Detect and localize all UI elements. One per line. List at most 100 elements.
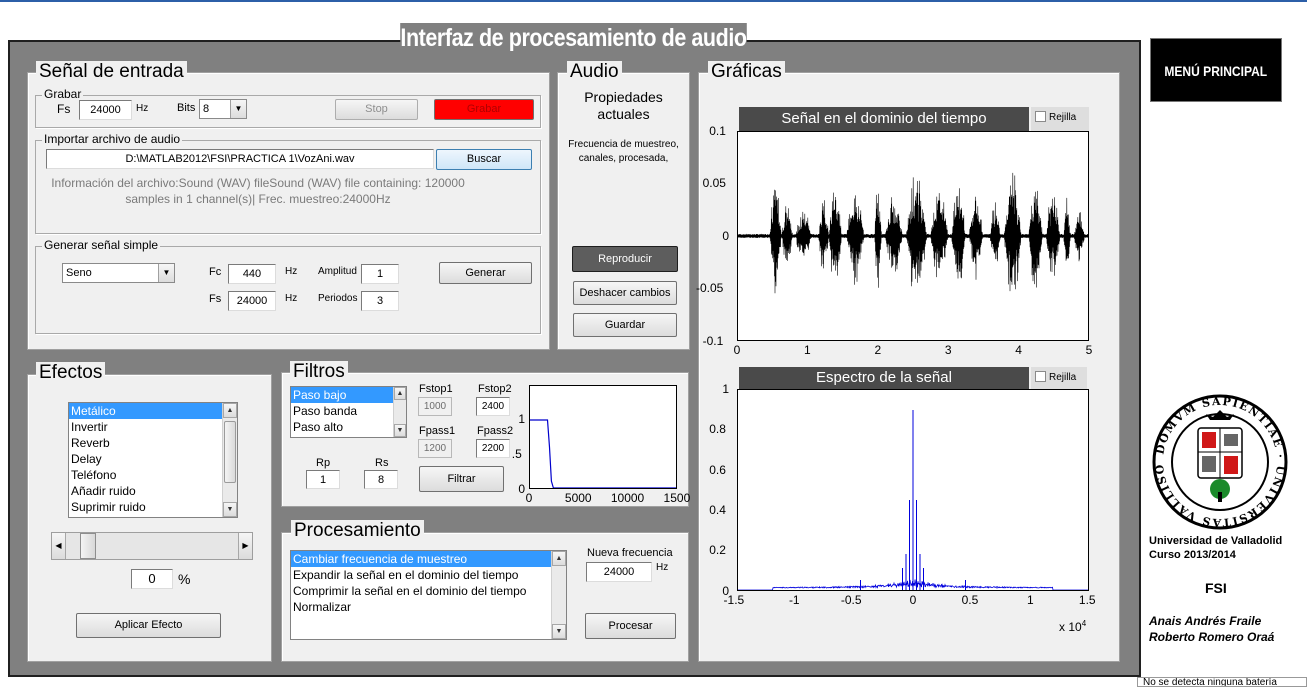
play-button[interactable]: Reproducir: [572, 246, 678, 272]
filter-type-list[interactable]: Paso bajo Paso banda Paso alto ▲ ▼: [290, 386, 407, 438]
processing-list-item[interactable]: Normalizar: [291, 599, 566, 615]
browse-button[interactable]: Buscar: [436, 149, 532, 170]
record-fs-input[interactable]: 24000: [79, 100, 132, 120]
save-button[interactable]: Guardar: [573, 313, 677, 337]
x-tick-label: 1500: [663, 491, 691, 505]
rs-label: Rs: [375, 457, 389, 469]
spectrum-grid-toggle[interactable]: Rejilla: [1031, 367, 1087, 389]
x-tick-label: 10000: [610, 491, 645, 505]
processing-panel-title: Procesamiento: [291, 520, 424, 542]
checkbox-icon[interactable]: [1035, 371, 1046, 382]
university-seal: DOMVM SAPIENTIAE · UNIVERSITAS VALLISOLE…: [1144, 382, 1290, 532]
new-frequency-input[interactable]: 24000: [586, 562, 652, 582]
scroll-thumb[interactable]: [224, 421, 236, 483]
effects-scrollbar[interactable]: ▲ ▼: [222, 403, 237, 517]
y-tick-label: 0.1: [709, 123, 726, 138]
chevron-down-icon[interactable]: ▼: [158, 264, 174, 282]
effect-list-item[interactable]: Reverb: [69, 435, 237, 451]
time-series-line: [738, 172, 1088, 294]
spectrum-plot-title: Espectro de la señal: [739, 367, 1029, 389]
y-tick-label: 0.05: [702, 176, 726, 191]
gen-fs-hz-label: Hz: [285, 293, 298, 304]
author-2: Roberto Romero Oraá: [1149, 630, 1275, 644]
periods-input[interactable]: 3: [361, 291, 399, 311]
fstop1-input[interactable]: 1000: [418, 397, 452, 416]
file-path-input[interactable]: D:\MATLAB2012\FSI\PRACTICA 1\VozAni.wav: [46, 149, 434, 169]
subject-label: FSI: [1205, 580, 1227, 596]
scroll-down-icon[interactable]: ▼: [552, 624, 566, 639]
scroll-down-icon[interactable]: ▼: [223, 502, 237, 517]
effect-list-item[interactable]: Invertir: [69, 419, 237, 435]
main-menu-button[interactable]: MENÚ PRINCIPAL: [1150, 38, 1282, 102]
processing-list-item[interactable]: Comprimir la señal en el dominio del tie…: [291, 583, 566, 599]
filter-response-line: [530, 419, 676, 488]
effect-percent-input[interactable]: 0: [131, 569, 173, 589]
scroll-up-icon[interactable]: ▲: [394, 387, 406, 400]
checkbox-icon[interactable]: [1035, 111, 1046, 122]
y-tick-label: 0.8: [709, 422, 726, 437]
filter-list-item[interactable]: Paso bajo: [291, 387, 406, 403]
rp-input[interactable]: 1: [306, 470, 340, 489]
amplitude-input[interactable]: 1: [361, 264, 399, 284]
y-tick-label: 0: [722, 228, 730, 243]
effects-list[interactable]: Metálico Invertir Reverb Delay Teléfono Añadi…: [68, 402, 238, 518]
processing-scrollbar[interactable]: ▲ ▼: [551, 551, 566, 639]
x-tick-label: 1: [804, 343, 811, 357]
filter-response-plot: [529, 385, 677, 489]
stop-button[interactable]: Stop: [335, 99, 418, 120]
spectrum-exponent-base: x 10: [1059, 620, 1082, 634]
processing-list[interactable]: Cambiar frecuencia de muestreo Expandir l…: [290, 550, 567, 640]
new-frequency-label: Nueva frecuencia: [587, 547, 673, 559]
filter-scrollbar[interactable]: ▲ ▼: [393, 387, 406, 437]
fstop2-input[interactable]: 2400: [476, 397, 510, 416]
percent-label: %: [178, 571, 191, 587]
slider-thumb[interactable]: [80, 533, 96, 559]
record-bits-select[interactable]: 8 ▼: [199, 99, 247, 119]
scroll-down-icon[interactable]: ▼: [394, 424, 406, 437]
effect-list-item[interactable]: Delay: [69, 451, 237, 467]
process-button[interactable]: Procesar: [585, 613, 676, 639]
filters-panel-title: Filtros: [290, 361, 348, 383]
rs-input[interactable]: 8: [364, 470, 398, 489]
x-tick-label: 0.5: [961, 593, 979, 607]
time-plot-title: Señal en el dominio del tiempo: [739, 107, 1029, 131]
gen-fs-input[interactable]: 24000: [228, 291, 276, 311]
effect-slider[interactable]: ◀ ▶: [51, 532, 253, 560]
chevron-right-icon[interactable]: ▶: [238, 533, 252, 559]
fpass2-input[interactable]: 2200: [476, 439, 510, 458]
record-button[interactable]: Grabar: [434, 99, 534, 120]
waveform-select[interactable]: Seno ▼: [62, 263, 175, 283]
scroll-up-icon[interactable]: ▲: [223, 403, 237, 418]
chevron-down-icon[interactable]: ▼: [230, 100, 246, 118]
undo-button[interactable]: Deshacer cambios: [573, 281, 677, 305]
simple-signal-group: Generar señal simple: [35, 239, 541, 334]
spectrum-grid-label: Rejilla: [1049, 372, 1077, 383]
waveform-value: Seno: [66, 267, 92, 279]
filter-button[interactable]: Filtrar: [419, 466, 504, 492]
chevron-left-icon[interactable]: ◀: [52, 533, 66, 559]
fc-input[interactable]: 440: [228, 264, 276, 284]
audio-panel-title: Audio: [567, 61, 622, 83]
x-tick-label: 0: [733, 343, 741, 357]
filter-list-item[interactable]: Paso banda: [291, 403, 406, 419]
effect-list-item[interactable]: Suprimir ruido: [69, 499, 237, 515]
app-title: Interfaz de procesamiento de audio: [400, 23, 747, 53]
window-top-border: [0, 0, 1307, 2]
generate-button[interactable]: Generar: [439, 262, 532, 284]
fpass1-input[interactable]: 1200: [418, 439, 452, 458]
battery-tooltip: No se detecta ninguna batería: [1137, 677, 1307, 687]
apply-effect-button[interactable]: Aplicar Efecto: [76, 613, 221, 638]
record-fs-label: Fs: [57, 102, 71, 116]
processing-list-item[interactable]: Cambiar frecuencia de muestreo: [291, 551, 566, 567]
scroll-up-icon[interactable]: ▲: [552, 551, 566, 566]
processing-items: Cambiar frecuencia de muestreo Expandir l…: [291, 551, 566, 615]
filter-list-item[interactable]: Paso alto: [291, 419, 406, 435]
time-grid-toggle[interactable]: Rejilla: [1031, 107, 1089, 131]
new-frequency-hz: Hz: [656, 562, 669, 573]
effect-list-item[interactable]: Añadir ruido: [69, 483, 237, 499]
effect-list-item[interactable]: Teléfono: [69, 467, 237, 483]
effect-list-item[interactable]: Metálico: [69, 403, 237, 419]
fstop1-label: Fstop1: [419, 383, 453, 395]
processing-list-item[interactable]: Expandir la señal en el dominio del tiem…: [291, 567, 566, 583]
y-tick-label: -0.05: [696, 281, 724, 296]
